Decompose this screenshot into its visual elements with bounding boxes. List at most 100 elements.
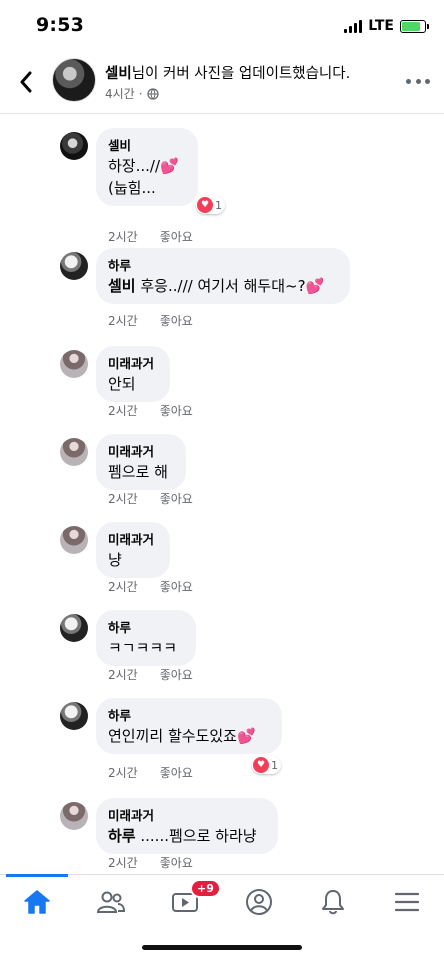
- reaction-count: 1: [215, 198, 222, 212]
- menu-icon: [394, 892, 420, 911]
- comment-text: 셀비 후응../// 여기서 해두대~?💕: [108, 277, 325, 295]
- comment-author[interactable]: 하루: [108, 255, 338, 274]
- reaction-badge[interactable]: ♥ 1: [196, 196, 225, 214]
- comment-time[interactable]: 2시간: [108, 228, 138, 245]
- comment-actions: 2시간 좋아요: [108, 666, 193, 683]
- heart-emoji-icon: 💕: [305, 277, 325, 295]
- friends-icon: [96, 891, 126, 913]
- comment-author[interactable]: 하루: [108, 617, 184, 636]
- home-indicator[interactable]: [142, 945, 302, 950]
- comment-text: ㅋㄱㅋㅋㅋ: [108, 639, 178, 657]
- signal-icon: [344, 19, 363, 33]
- commenter-avatar[interactable]: [60, 438, 88, 466]
- comment-time[interactable]: 2시간: [108, 578, 138, 595]
- comment-list: 셀비 하장...//💕 (눕힘... ♥ 1 2시간 좋아요 하루 셀비 후응.…: [0, 114, 444, 874]
- globe-icon: [146, 87, 159, 100]
- comment-actions: 2시간 좋아요: [108, 764, 193, 781]
- like-button[interactable]: 좋아요: [160, 764, 193, 781]
- comment-actions: 2시간 좋아요: [108, 854, 193, 871]
- like-button[interactable]: 좋아요: [160, 666, 193, 683]
- comment-bubble: 미래과거 안되: [96, 346, 170, 402]
- comment-bubble: 미래과거 펨으로 해: [96, 434, 186, 490]
- nav-notifications[interactable]: [296, 875, 370, 928]
- mention-link[interactable]: 하루: [108, 827, 136, 845]
- mention-link[interactable]: 셀비: [108, 277, 136, 295]
- status-indicators: LTE: [344, 18, 429, 34]
- nav-friends[interactable]: [74, 875, 148, 928]
- commenter-avatar[interactable]: [60, 252, 88, 280]
- comment-time[interactable]: 2시간: [108, 490, 138, 507]
- post-title-text: 님이 커버 사진을 업데이트했습니다.: [131, 66, 351, 82]
- comment-text: 연인끼리 할수도있죠💕: [108, 727, 256, 745]
- like-button[interactable]: 좋아요: [160, 578, 193, 595]
- comment-actions: 2시간 좋아요: [108, 490, 193, 507]
- post-author-name[interactable]: 셀비: [105, 66, 132, 82]
- chevron-left-icon: [20, 71, 32, 93]
- comment-author[interactable]: 하루: [108, 705, 270, 724]
- comment-author[interactable]: 미래과거: [108, 529, 158, 548]
- like-button[interactable]: 좋아요: [160, 854, 193, 871]
- nav-home[interactable]: [0, 874, 74, 928]
- nav-menu[interactable]: [370, 875, 444, 928]
- author-avatar[interactable]: [52, 58, 96, 102]
- comment-bubble: 하루 셀비 후응../// 여기서 해두대~?💕: [96, 248, 350, 304]
- comment-bubble: 하루 연인끼리 할수도있죠💕: [96, 698, 282, 754]
- back-button[interactable]: [12, 66, 40, 98]
- comment-time[interactable]: 2시간: [108, 312, 138, 329]
- comment-text: 펨으로 해: [108, 463, 168, 481]
- commenter-avatar[interactable]: [60, 350, 88, 378]
- watch-badge: +9: [190, 879, 221, 898]
- bottom-nav: +9: [0, 874, 444, 928]
- status-bar: 9:53 LTE: [0, 0, 444, 52]
- commenter-avatar[interactable]: [60, 526, 88, 554]
- more-options-button[interactable]: [406, 76, 430, 86]
- comment-text: 하루 ......펨으로 하라냥: [108, 827, 257, 845]
- commenter-avatar[interactable]: [60, 132, 88, 160]
- heart-emoji-icon: 💕: [160, 157, 179, 175]
- comment-bubble: 미래과거 냥: [96, 522, 170, 578]
- post-title: 셀비님이 커버 사진을 업데이트했습니다.: [105, 62, 350, 83]
- home-icon: [24, 889, 50, 914]
- comment-time[interactable]: 2시간: [108, 764, 138, 781]
- heart-emoji-icon: 💕: [236, 727, 256, 745]
- comment-time[interactable]: 2시간: [108, 854, 138, 871]
- love-reaction-icon: ♥: [197, 197, 213, 213]
- reaction-badge[interactable]: ♥ 1: [252, 756, 281, 774]
- comment-actions: 2시간 좋아요: [108, 312, 193, 329]
- network-label: LTE: [368, 18, 394, 34]
- like-button[interactable]: 좋아요: [160, 312, 193, 329]
- bell-icon: [322, 889, 344, 914]
- comment-time[interactable]: 2시간: [108, 666, 138, 683]
- comment-text: (눕힘...: [108, 179, 156, 197]
- comment-actions: 2시간 좋아요: [108, 228, 193, 245]
- comment-text: 냥: [108, 551, 122, 569]
- comment-actions: 2시간 좋아요: [108, 578, 193, 595]
- comment-bubble: 하루 ㅋㄱㅋㅋㅋ: [96, 610, 196, 666]
- nav-watch[interactable]: +9: [148, 875, 222, 928]
- like-button[interactable]: 좋아요: [160, 490, 193, 507]
- comment-bubble: 미래과거 하루 ......펨으로 하라냥: [96, 798, 278, 854]
- like-button[interactable]: 좋아요: [160, 402, 193, 419]
- comment-text: 안되: [108, 375, 136, 393]
- nav-profile[interactable]: [222, 875, 296, 928]
- profile-icon: [246, 888, 272, 915]
- comment-bubble: 셀비 하장...//💕 (눕힘...: [96, 128, 198, 206]
- comment-author[interactable]: 셀비: [108, 135, 186, 154]
- battery-icon: [400, 19, 429, 33]
- commenter-avatar[interactable]: [60, 614, 88, 642]
- commenter-avatar[interactable]: [60, 802, 88, 830]
- like-button[interactable]: 좋아요: [160, 228, 193, 245]
- comment-actions: 2시간 좋아요: [108, 402, 193, 419]
- commenter-avatar[interactable]: [60, 702, 88, 730]
- comment-author[interactable]: 미래과거: [108, 353, 158, 372]
- post-meta: 4시간 ·: [105, 85, 159, 102]
- status-time: 9:53: [36, 14, 85, 36]
- comment-time[interactable]: 2시간: [108, 402, 138, 419]
- reaction-count: 1: [271, 758, 278, 772]
- comment-author[interactable]: 미래과거: [108, 805, 266, 824]
- post-header: 셀비님이 커버 사진을 업데이트했습니다. 4시간 ·: [0, 52, 444, 114]
- comment-text: 하장...//💕: [108, 157, 179, 175]
- love-reaction-icon: ♥: [253, 757, 269, 773]
- post-time[interactable]: 4시간: [105, 85, 135, 102]
- comment-author[interactable]: 미래과거: [108, 441, 174, 460]
